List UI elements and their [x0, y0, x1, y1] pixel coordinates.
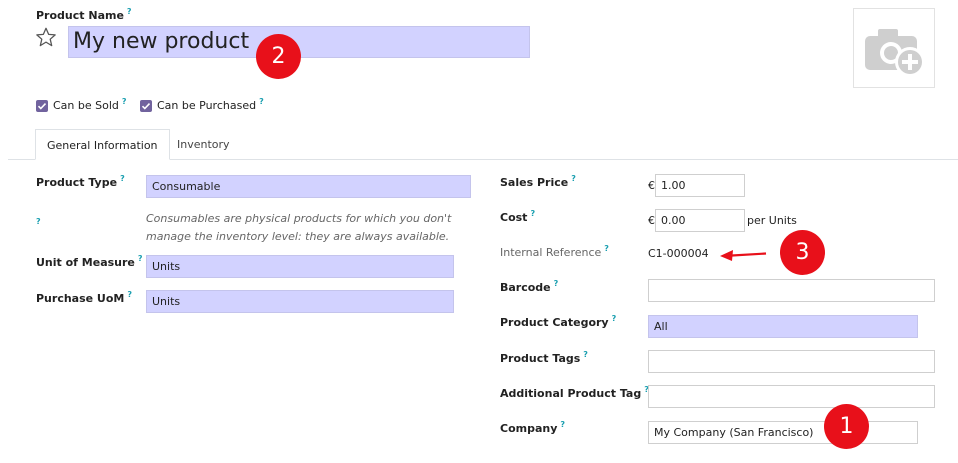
tab-inventory[interactable]: Inventory [166, 129, 241, 160]
can-be-purchased-checkbox[interactable] [140, 100, 152, 112]
annotation-badge-1: 1 [824, 404, 869, 449]
internal-reference-label: Internal Reference? [500, 244, 609, 259]
purchase-uom-label: Purchase UoM? [36, 290, 133, 305]
unit-of-measure-label: Unit of Measure? [36, 254, 143, 269]
internal-reference-help-icon[interactable]: ? [604, 244, 609, 253]
unit-of-measure-select[interactable]: Units [146, 255, 454, 278]
can-be-sold-label[interactable]: Can be Sold? [53, 97, 127, 112]
barcode-input[interactable] [648, 279, 935, 302]
sales-price-help-icon[interactable]: ? [571, 174, 576, 183]
purchase-uom-help-icon[interactable]: ? [127, 290, 132, 299]
sales-price-label: Sales Price? [500, 174, 576, 189]
product-name-label: Product Name? [36, 7, 132, 22]
product-name-help-icon[interactable]: ? [127, 7, 132, 16]
arrow-left-icon [718, 245, 768, 265]
purchase-uom-select[interactable]: Units [146, 290, 454, 313]
product-image-placeholder[interactable] [853, 8, 935, 88]
internal-reference-value[interactable]: C1-000004 [648, 247, 709, 260]
product-type-label: Product Type? [36, 174, 125, 189]
camera-add-icon [865, 29, 925, 77]
product-category-select[interactable]: All [648, 315, 918, 338]
product-tags-input[interactable] [648, 350, 935, 373]
product-category-label: Product Category? [500, 314, 617, 329]
can-be-purchased-help-icon[interactable]: ? [259, 97, 264, 106]
additional-product-tag-input[interactable] [648, 385, 935, 408]
sales-price-currency: € [648, 179, 655, 192]
check-icon [141, 103, 151, 110]
unit-of-measure-help-icon[interactable]: ? [138, 254, 143, 263]
product-category-help-icon[interactable]: ? [612, 314, 617, 323]
barcode-label: Barcode? [500, 279, 559, 294]
cost-currency: € [648, 214, 655, 227]
product-type-help-icon[interactable]: ? [120, 174, 125, 183]
product-type-note-help-icon[interactable]: ? [36, 209, 41, 228]
company-help-icon[interactable]: ? [560, 420, 565, 429]
can-be-sold-checkbox[interactable] [36, 100, 48, 112]
tab-general-information[interactable]: General Information [35, 129, 170, 160]
company-label: Company? [500, 420, 566, 435]
product-type-note: Consumables are physical products for wh… [146, 212, 452, 243]
can-be-purchased-label[interactable]: Can be Purchased? [157, 97, 264, 112]
sales-price-input[interactable]: 1.00 [655, 174, 745, 197]
cost-input[interactable]: 0.00 [655, 209, 745, 232]
cost-help-icon[interactable]: ? [530, 209, 535, 218]
product-type-select[interactable]: Consumable [146, 175, 471, 198]
product-tags-label: Product Tags? [500, 350, 588, 365]
barcode-help-icon[interactable]: ? [554, 279, 559, 288]
annotation-badge-3: 3 [780, 230, 825, 275]
company-select[interactable]: My Company (San Francisco) [648, 421, 918, 444]
annotation-badge-2: 2 [256, 34, 301, 79]
product-tags-help-icon[interactable]: ? [583, 350, 588, 359]
check-icon [37, 103, 47, 110]
can-be-sold-help-icon[interactable]: ? [122, 97, 127, 106]
additional-product-tag-label: Additional Product Tag? [500, 385, 649, 400]
favorite-star-icon[interactable] [35, 26, 57, 48]
cost-label: Cost? [500, 209, 536, 224]
cost-unit-suffix: per Units [747, 214, 797, 227]
